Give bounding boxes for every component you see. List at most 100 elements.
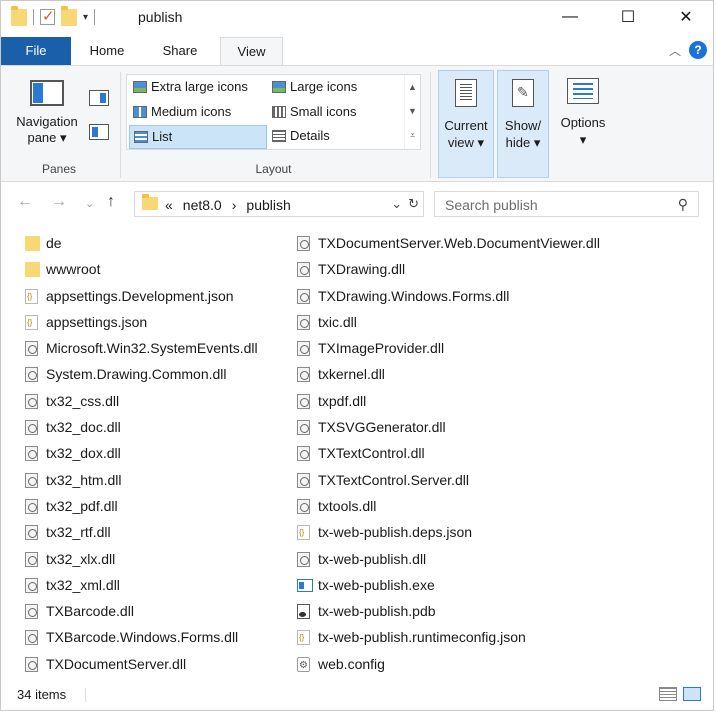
file-item[interactable]: TXTextControl.dll	[295, 440, 600, 466]
dll-file-icon	[297, 446, 310, 462]
file-item[interactable]: wwwroot	[23, 256, 258, 282]
close-button[interactable]: ✕	[663, 1, 709, 33]
layout-small-icons[interactable]: Small icons	[268, 101, 402, 125]
preview-pane-icon[interactable]	[89, 90, 109, 106]
file-item[interactable]: tx32_htm.dll	[23, 467, 258, 493]
address-bar[interactable]: « net8.0 › publish ⌄ ↻	[134, 191, 424, 217]
file-item[interactable]: tx32_css.dll	[23, 388, 258, 414]
recent-locations-icon[interactable]: ⌄	[85, 197, 94, 210]
file-item[interactable]: TXDocumentServer.dll	[23, 651, 258, 677]
quick-access-toolbar: ▾	[11, 5, 96, 27]
item-count: 34 items	[17, 687, 67, 702]
file-item[interactable]: Microsoft.Win32.SystemEvents.dll	[23, 335, 258, 361]
new-folder-icon[interactable]	[61, 5, 77, 26]
current-view-button[interactable]: Current view ▾	[438, 70, 494, 178]
forward-arrow-icon[interactable]: →	[51, 193, 67, 211]
file-item[interactable]: tx-web-publish.runtimeconfig.json	[295, 624, 600, 651]
file-item[interactable]: TXSVGGenerator.dll	[295, 414, 600, 440]
dll-file-icon	[25, 604, 38, 620]
help-icon[interactable]: ?	[689, 41, 707, 59]
file-item[interactable]: tx32_pdf.dll	[23, 493, 258, 519]
breadcrumb-separator[interactable]: ›	[232, 197, 237, 213]
details-pane-icon[interactable]	[89, 124, 109, 140]
file-item[interactable]: TXBarcode.Windows.Forms.dll	[23, 624, 258, 650]
file-name: de	[46, 235, 62, 251]
file-name: tx-web-publish.runtimeconfig.json	[318, 629, 526, 646]
small-icons-icon	[272, 106, 286, 118]
large-icons-view-toggle-icon[interactable]	[683, 687, 701, 701]
file-item[interactable]: de	[23, 230, 258, 256]
file-item[interactable]: tx-web-publish.pdb	[295, 598, 600, 624]
json-file-icon	[297, 520, 310, 546]
file-item[interactable]: appsettings.Development.json	[23, 283, 258, 310]
scroll-up-icon[interactable]: ▲	[405, 75, 420, 99]
search-box[interactable]: Search publish ⚲	[434, 191, 699, 217]
back-arrow-icon[interactable]: ←	[17, 193, 33, 211]
file-item[interactable]: TXDocumentServer.Web.DocumentViewer.dll	[295, 230, 600, 256]
file-item[interactable]: txic.dll	[295, 309, 600, 335]
file-item[interactable]: TXImageProvider.dll	[295, 335, 600, 361]
file-item[interactable]: TXDrawing.dll	[295, 256, 600, 282]
file-item[interactable]: tx32_xml.dll	[23, 572, 258, 598]
details-view-toggle-icon[interactable]	[659, 687, 677, 701]
breadcrumb-item[interactable]: net8.0	[183, 197, 222, 213]
file-item[interactable]: tx32_dox.dll	[23, 440, 258, 466]
file-item[interactable]: txkernel.dll	[295, 361, 600, 387]
tab-home[interactable]: Home	[77, 37, 137, 65]
file-item[interactable]: web.config	[295, 651, 600, 679]
show-hide-button[interactable]: Show/ hide ▾	[497, 70, 549, 178]
dll-file-icon	[297, 341, 310, 357]
file-item[interactable]: TXDrawing.Windows.Forms.dll	[295, 283, 600, 309]
breadcrumb-item[interactable]: publish	[246, 197, 290, 213]
address-actions: ⌄ ↻	[391, 196, 419, 212]
file-item[interactable]: tx-web-publish.deps.json	[295, 519, 600, 546]
file-item[interactable]: TXBarcode.dll	[23, 598, 258, 624]
window-title: publish	[138, 9, 183, 25]
tab-share[interactable]: Share	[151, 37, 209, 65]
address-dropdown-icon[interactable]: ⌄	[391, 196, 402, 212]
layout-extra-large-icons[interactable]: Extra large icons	[129, 76, 267, 100]
file-item[interactable]: tx32_rtf.dll	[23, 519, 258, 545]
file-item[interactable]: tx32_doc.dll	[23, 414, 258, 440]
navigation-pane-icon	[30, 80, 64, 106]
file-item[interactable]: TXTextControl.Server.dll	[295, 467, 600, 493]
dll-file-icon	[25, 367, 38, 383]
file-name: System.Drawing.Common.dll	[46, 366, 227, 383]
file-item[interactable]: txpdf.dll	[295, 388, 600, 414]
customize-toolbar-arrow-icon[interactable]: ▾	[83, 12, 88, 23]
options-button[interactable]: Options ▾	[553, 70, 613, 178]
tab-file[interactable]: File	[1, 37, 71, 65]
list-icon	[134, 131, 148, 143]
dll-file-icon	[297, 498, 310, 514]
dll-file-icon	[25, 577, 38, 593]
file-item[interactable]: System.Drawing.Common.dll	[23, 361, 258, 387]
scroll-down-icon[interactable]: ▼	[405, 99, 420, 123]
dll-file-icon	[25, 498, 38, 514]
file-name: tx32_dox.dll	[46, 445, 121, 462]
collapse-ribbon-icon[interactable]: ︿	[669, 42, 681, 59]
properties-icon[interactable]	[40, 7, 55, 25]
file-name: tx32_doc.dll	[46, 419, 121, 436]
layout-large-icons[interactable]: Large icons	[268, 76, 402, 100]
file-item[interactable]: appsettings.json	[23, 309, 258, 336]
maximize-button[interactable]: ☐	[605, 1, 651, 33]
refresh-icon[interactable]: ↻	[408, 196, 419, 212]
file-item[interactable]: tx32_xlx.dll	[23, 546, 258, 572]
search-icon[interactable]: ⚲	[678, 196, 688, 213]
layout-medium-icons[interactable]: Medium icons	[129, 101, 267, 125]
file-item[interactable]: txtools.dll	[295, 493, 600, 519]
layout-details[interactable]: Details	[268, 125, 402, 149]
search-input[interactable]: Search publish	[445, 197, 538, 213]
dll-file-icon	[297, 288, 310, 304]
breadcrumb-overflow[interactable]: «	[165, 197, 173, 213]
minimize-button[interactable]: —	[547, 1, 593, 33]
layout-list[interactable]: List	[129, 125, 267, 149]
file-item[interactable]: tx-web-publish.exe	[295, 572, 600, 598]
dll-file-icon	[25, 525, 38, 541]
expand-gallery-icon[interactable]: ⩡	[405, 123, 420, 147]
up-arrow-icon[interactable]: ↑	[107, 193, 115, 211]
file-name: TXBarcode.dll	[46, 603, 134, 620]
file-item[interactable]: tx-web-publish.dll	[295, 546, 600, 572]
navigation-pane-button[interactable]: Navigation pane ▾	[11, 80, 83, 146]
tab-view[interactable]: View	[220, 37, 283, 66]
